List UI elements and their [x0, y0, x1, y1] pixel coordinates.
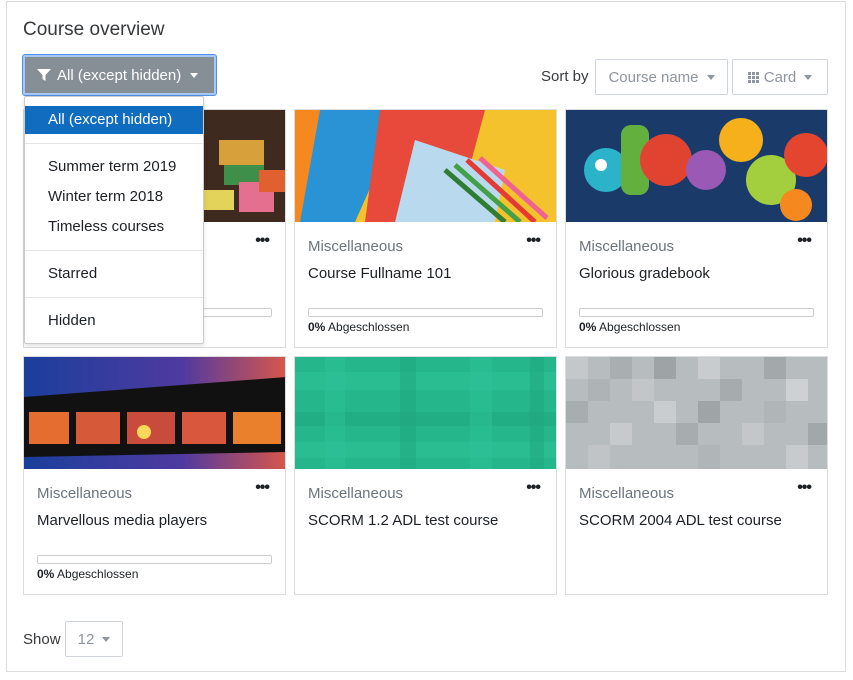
menu-divider	[25, 297, 203, 298]
menu-item-starred[interactable]: Starred	[25, 260, 203, 288]
progress-bar	[37, 555, 272, 564]
course-card[interactable]: Miscellaneous ••• Course Fullname 101 0%…	[294, 109, 557, 348]
progress-text: 0% Abgeschlossen	[37, 567, 139, 581]
course-card[interactable]: Miscellaneous ••• Glorious gradebook 0% …	[565, 109, 828, 348]
course-name-link[interactable]: Glorious gradebook	[579, 263, 799, 285]
course-name-link[interactable]: Marvellous media players	[37, 510, 257, 532]
course-category: Miscellaneous	[308, 238, 404, 255]
menu-item-summer-term-2019[interactable]: Summer term 2019	[25, 153, 203, 181]
course-category: Miscellaneous	[308, 485, 404, 502]
progress-bar	[308, 308, 543, 317]
course-image[interactable]	[566, 357, 827, 469]
caret-down-icon	[102, 636, 111, 642]
menu-divider	[25, 143, 203, 144]
block-title: Course overview	[23, 19, 165, 40]
course-options-icon[interactable]: •••	[797, 479, 812, 497]
course-card[interactable]: Miscellaneous ••• Marvellous media playe…	[23, 356, 286, 595]
course-image[interactable]	[566, 110, 827, 222]
caret-down-icon	[706, 74, 715, 80]
course-image[interactable]	[295, 110, 556, 222]
paging-dropdown-value: 12	[77, 630, 95, 648]
course-image[interactable]	[24, 357, 285, 469]
sort-by-label: Sort by	[541, 68, 589, 85]
menu-item-winter-term-2018[interactable]: Winter term 2018	[25, 183, 203, 211]
grouping-dropdown-menu: All (except hidden) Summer term 2019 Win…	[24, 96, 204, 344]
course-name-link[interactable]: SCORM 1.2 ADL test course	[308, 510, 528, 532]
course-category: Miscellaneous	[579, 238, 675, 255]
course-name-link[interactable]: Course Fullname 101	[308, 263, 528, 285]
sort-dropdown[interactable]: Course name	[595, 59, 728, 95]
course-options-icon[interactable]: •••	[255, 479, 270, 497]
progress-bar	[579, 308, 814, 317]
menu-divider	[25, 250, 203, 251]
grouping-filter-button[interactable]: All (except hidden)	[22, 54, 217, 96]
grouping-filter-label: All (except hidden)	[57, 66, 182, 84]
menu-item-hidden[interactable]: Hidden	[25, 307, 203, 335]
course-name-link[interactable]: SCORM 2004 ADL test course	[579, 510, 799, 532]
progress-text: 0% Abgeschlossen	[579, 320, 681, 334]
paging-dropdown[interactable]: 12	[65, 621, 123, 657]
show-label: Show	[23, 631, 61, 648]
filter-icon	[37, 69, 51, 81]
progress-text: 0% Abgeschlossen	[308, 320, 410, 334]
caret-down-icon	[190, 72, 199, 78]
course-card[interactable]: Miscellaneous ••• SCORM 1.2 ADL test cou…	[294, 356, 557, 595]
view-dropdown-value: Card	[763, 68, 797, 86]
caret-down-icon	[804, 74, 813, 80]
course-options-icon[interactable]: •••	[526, 232, 541, 250]
course-options-icon[interactable]: •••	[526, 479, 541, 497]
course-category: Miscellaneous	[579, 485, 675, 502]
course-category: Miscellaneous	[37, 485, 133, 502]
sort-dropdown-value: Course name	[608, 68, 699, 86]
course-card[interactable]: Miscellaneous ••• SCORM 2004 ADL test co…	[565, 356, 828, 595]
course-options-icon[interactable]: •••	[255, 232, 270, 250]
course-options-icon[interactable]: •••	[797, 232, 812, 250]
course-image[interactable]	[295, 357, 556, 469]
view-dropdown[interactable]: Card	[732, 59, 828, 95]
grid-icon	[747, 71, 759, 83]
menu-item-timeless-courses[interactable]: Timeless courses	[25, 213, 203, 241]
menu-item-all-except-hidden[interactable]: All (except hidden)	[25, 106, 203, 134]
